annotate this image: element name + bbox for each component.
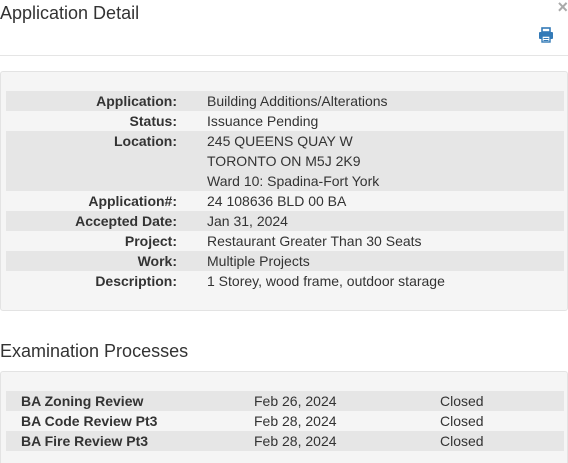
application-detail-panel: Application: Building Additions/Alterati… — [0, 71, 568, 311]
header-divider — [0, 55, 568, 56]
application-value: Building Additions/Alterations — [207, 91, 564, 111]
detail-row-status: Status: Issuance Pending — [6, 111, 564, 131]
accepted-date-value: Jan 31, 2024 — [207, 211, 564, 231]
location-line-ward: Ward 10: Spadina-Fort York — [207, 173, 380, 189]
work-label: Work: — [6, 251, 177, 271]
exam-process-status: Closed — [440, 391, 564, 411]
application-label: Application: — [6, 91, 177, 111]
modal-title: Application Detail — [0, 3, 140, 23]
description-label: Description: — [95, 273, 177, 289]
exam-process-date: Feb 28, 2024 — [254, 431, 440, 451]
location-line-city: TORONTO ON M5J 2K9 — [207, 153, 361, 169]
application-number-value: 24 108636 BLD 00 BA — [207, 193, 347, 209]
detail-row-application: Application: Building Additions/Alterati… — [6, 91, 564, 111]
exam-process-status: Closed — [440, 431, 564, 451]
location-label: Location: — [6, 131, 177, 191]
exam-process-date: Feb 26, 2024 — [254, 391, 440, 411]
location-value: 245 QUEENS QUAY W TORONTO ON M5J 2K9 War… — [207, 131, 564, 191]
status-label: Status: — [129, 113, 177, 129]
detail-row-project: Project: Restaurant Greater Than 30 Seat… — [6, 231, 564, 251]
project-value: Restaurant Greater Than 30 Seats — [207, 233, 422, 249]
table-row: BA Fire Review Pt3 Feb 28, 2024 Closed — [6, 431, 564, 451]
close-button[interactable]: × — [557, 0, 568, 17]
exam-process-name: BA Code Review Pt3 — [21, 413, 158, 429]
printer-icon — [539, 27, 553, 43]
print-button[interactable] — [538, 27, 554, 43]
description-value: 1 Storey, wood frame, outdoor starage — [207, 273, 445, 289]
status-value: Issuance Pending — [207, 113, 319, 129]
table-row: BA Code Review Pt3 Feb 28, 2024 Closed — [6, 411, 564, 431]
table-row: BA Zoning Review Feb 26, 2024 Closed — [6, 391, 564, 411]
examination-table: BA Zoning Review Feb 26, 2024 Closed BA … — [6, 391, 564, 451]
exam-process-name: BA Zoning Review — [6, 391, 254, 411]
project-label: Project: — [124, 233, 177, 249]
work-value: Multiple Projects — [207, 251, 564, 271]
detail-row-description: Description: 1 Storey, wood frame, outdo… — [6, 271, 564, 291]
exam-process-status: Closed — [440, 413, 484, 429]
application-detail-table: Application: Building Additions/Alterati… — [6, 91, 564, 291]
location-line-street: 245 QUEENS QUAY W — [207, 133, 353, 149]
examination-panel: BA Zoning Review Feb 26, 2024 Closed BA … — [0, 371, 568, 463]
examination-section-title: Examination Processes — [0, 341, 189, 361]
detail-row-application-number: Application#: 24 108636 BLD 00 BA — [6, 191, 564, 211]
exam-process-date: Feb 28, 2024 — [254, 413, 337, 429]
application-number-label: Application#: — [88, 193, 177, 209]
detail-row-accepted-date: Accepted Date: Jan 31, 2024 — [6, 211, 564, 231]
accepted-date-label: Accepted Date: — [6, 211, 177, 231]
detail-row-work: Work: Multiple Projects — [6, 251, 564, 271]
exam-process-name: BA Fire Review Pt3 — [6, 431, 254, 451]
detail-row-location: Location: 245 QUEENS QUAY W TORONTO ON M… — [6, 131, 564, 191]
